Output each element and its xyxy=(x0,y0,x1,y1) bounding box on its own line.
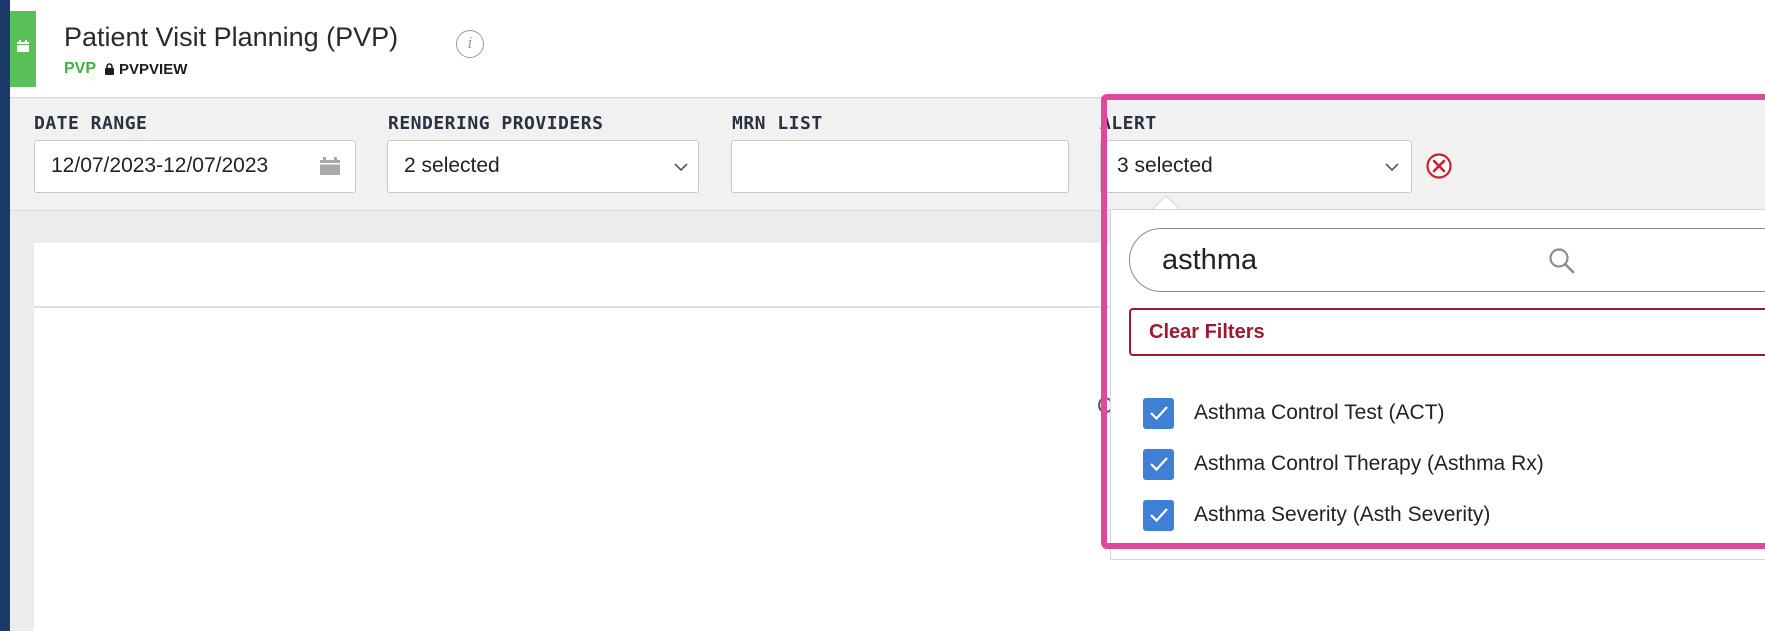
search-icon[interactable] xyxy=(1548,247,1576,275)
permission-code: PVPVIEW xyxy=(119,60,188,78)
alert-option[interactable]: Asthma Control Test (ACT) xyxy=(1143,397,1445,429)
date-range-input[interactable]: 12/07/2023-12/07/2023 xyxy=(34,140,356,193)
alert-option-label: Asthma Control Therapy (Asthma Rx) xyxy=(1194,452,1544,475)
alert-value: 3 selected xyxy=(1117,154,1213,177)
calendar-icon[interactable] xyxy=(319,156,341,176)
date-range-value: 12/07/2023-12/07/2023 xyxy=(51,154,269,177)
filter-bar: DATE RANGE 12/07/2023-12/07/2023 RENDERI… xyxy=(10,99,1765,211)
clear-filters-button[interactable]: Clear Filters xyxy=(1129,308,1765,356)
alert-search-input[interactable] xyxy=(1162,243,1542,277)
date-range-label: DATE RANGE xyxy=(34,113,148,134)
check-icon xyxy=(1149,457,1168,472)
mrn-list-input[interactable] xyxy=(731,140,1069,193)
check-icon xyxy=(1149,508,1168,523)
clear-alert-icon[interactable] xyxy=(1425,152,1453,180)
info-icon[interactable]: i xyxy=(456,30,484,58)
alert-search[interactable] xyxy=(1129,228,1765,292)
checkbox-checked[interactable] xyxy=(1143,448,1174,480)
page-subtitle: PVP PVPVIEW xyxy=(64,60,187,78)
chevron-down-icon xyxy=(1385,163,1399,172)
alert-option-label: Asthma Control Test (ACT) xyxy=(1194,401,1445,424)
rendering-providers-value: 2 selected xyxy=(404,154,500,177)
alert-option[interactable]: Asthma Control Therapy (Asthma Rx) xyxy=(1143,448,1544,480)
calendar-icon xyxy=(17,40,29,52)
page-header: Patient Visit Planning (PVP) i PVP PVPVI… xyxy=(10,0,1765,98)
checkbox-checked[interactable] xyxy=(1143,499,1174,531)
mrn-list-label: MRN LIST xyxy=(732,113,823,134)
checkbox-checked[interactable] xyxy=(1143,397,1174,429)
rendering-providers-select[interactable]: 2 selected xyxy=(387,140,699,193)
alert-option[interactable]: Asthma Severity (Asth Severity) xyxy=(1143,499,1490,531)
alert-dropdown: Clear Filters Asthma Control Test (ACT) … xyxy=(1110,209,1765,560)
page-title: Patient Visit Planning (PVP) xyxy=(64,22,399,52)
rendering-providers-label: RENDERING PROVIDERS xyxy=(388,113,604,134)
check-icon xyxy=(1149,406,1168,421)
alert-select[interactable]: 3 selected xyxy=(1100,140,1412,193)
app-window: Patient Visit Planning (PVP) i PVP PVPVI… xyxy=(10,0,1765,631)
alert-option-label: Asthma Severity (Asth Severity) xyxy=(1194,503,1491,526)
app-code: PVP xyxy=(64,60,97,77)
chevron-down-icon xyxy=(674,163,688,172)
alert-label: ALERT xyxy=(1100,113,1157,134)
lock-icon xyxy=(105,63,115,75)
header-accent-bar xyxy=(10,11,36,87)
